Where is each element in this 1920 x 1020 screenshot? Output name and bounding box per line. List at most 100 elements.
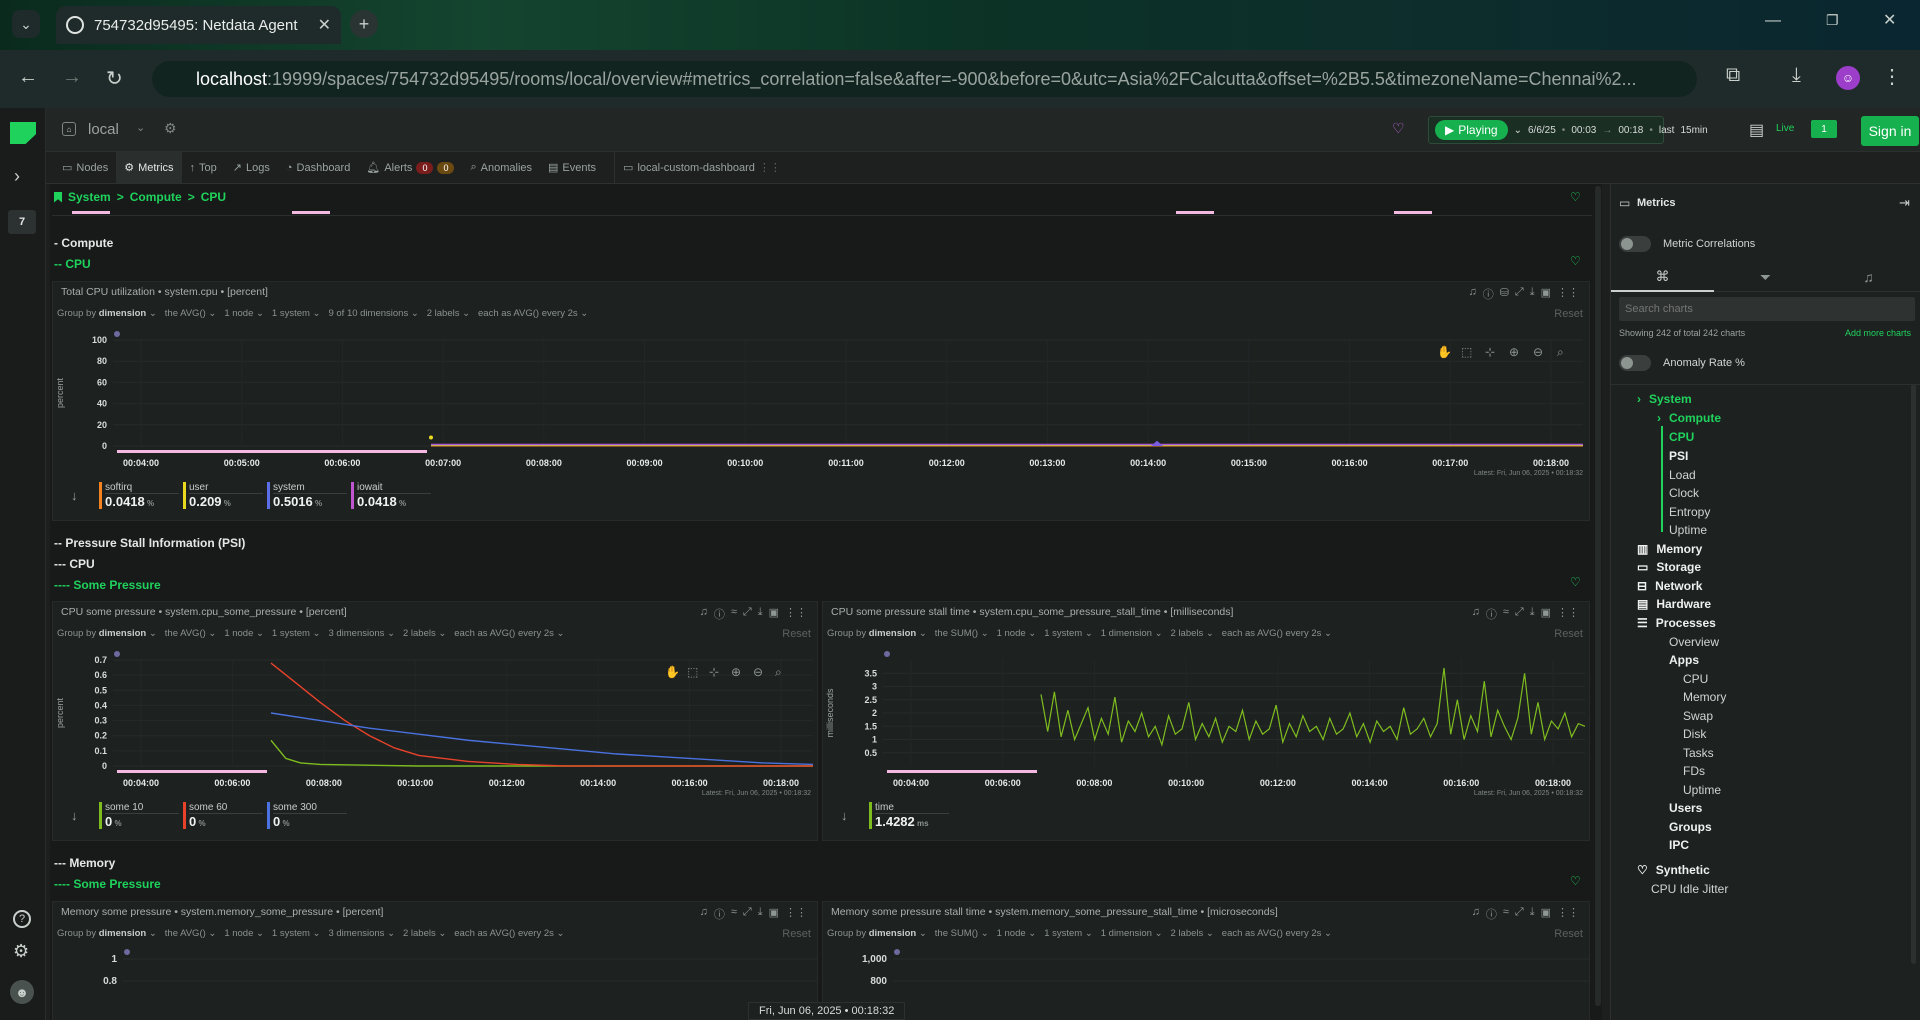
sidebar-item-system[interactable]: › System: [1637, 392, 1692, 406]
info-icon[interactable]: ⓘ: [1486, 906, 1497, 922]
group-by-bar[interactable]: Group by dimension ⌄ the SUM() ⌄ 1 node …: [827, 628, 1332, 639]
reset-button[interactable]: Reset: [1554, 928, 1583, 940]
alert-bell-icon[interactable]: ♫: [1472, 906, 1480, 922]
dimensions-filter[interactable]: 3 dimensions: [328, 928, 384, 939]
time-aggregation[interactable]: each as AVG() every 2s: [1222, 628, 1322, 639]
sidebar-item-entropy[interactable]: Entropy: [1669, 505, 1710, 519]
download-icon[interactable]: ⤓: [758, 906, 763, 922]
legend-item[interactable]: iowait 0.0418 %: [351, 482, 431, 509]
sidebar-item-ipc[interactable]: IPC: [1669, 838, 1689, 852]
sidebar-item-groups[interactable]: Groups: [1669, 820, 1712, 834]
settings-gear-icon[interactable]: ⚙: [13, 941, 29, 962]
group-by-bar[interactable]: Group by dimension ⌄ the AVG() ⌄ 1 node …: [57, 928, 564, 939]
instances-filter[interactable]: 1 system: [1044, 628, 1082, 639]
alert-bell-icon[interactable]: ♫: [1468, 286, 1476, 302]
group-by-bar[interactable]: Group by dimension ⌄ the AVG() ⌄ 1 node …: [57, 628, 564, 639]
info-icon[interactable]: ⓘ: [1483, 286, 1494, 302]
aggregation[interactable]: the SUM(): [935, 928, 978, 939]
sidebar-item-cpu[interactable]: CPU: [1683, 672, 1708, 686]
new-tab-icon[interactable]: +: [350, 10, 378, 38]
cpu-utilization-chart[interactable]: 0 20 40 60 80 100 00:04:00 00:05:00 00:06:00 00:0…: [53, 326, 1589, 466]
expand-icon[interactable]: ⤢: [1515, 906, 1524, 922]
nodes-filter[interactable]: 1 node: [997, 628, 1026, 639]
alert-bell-icon[interactable]: ♫: [1472, 606, 1480, 622]
room-dropdown-icon[interactable]: ⌄: [136, 121, 145, 134]
dimensions-filter[interactable]: 9 of 10 dimensions: [328, 308, 408, 319]
tab-nodes[interactable]: ▭ Nodes: [54, 152, 116, 183]
sidebar-item-users[interactable]: Users: [1669, 801, 1702, 815]
drag-handle-icon[interactable]: ⋮⋮: [1557, 906, 1579, 922]
download-icon[interactable]: ⤓: [1530, 286, 1535, 302]
nodes-icon[interactable]: ▤: [1749, 120, 1764, 140]
heart-icon[interactable]: ♡: [1570, 575, 1581, 589]
nodes-filter[interactable]: 1 node: [224, 308, 253, 319]
storage-icon[interactable]: ⛁: [1500, 286, 1509, 302]
labels-filter[interactable]: 2 labels: [403, 628, 436, 639]
collapse-arrow-icon[interactable]: ↓: [71, 808, 78, 823]
collapse-arrow-icon[interactable]: ↓: [841, 808, 848, 823]
sidebar-item-apps[interactable]: Apps: [1669, 653, 1699, 667]
collapse-sidebar-icon[interactable]: ⇥: [1899, 195, 1910, 211]
search-charts-input[interactable]: [1619, 297, 1915, 321]
close-tab-icon[interactable]: ✕: [318, 15, 331, 35]
aggregation[interactable]: the AVG(): [165, 308, 206, 319]
reset-button[interactable]: Reset: [1554, 308, 1583, 320]
save-icon[interactable]: ▣: [1541, 906, 1551, 922]
address-bar[interactable]: localhost:19999/spaces/754732d95495/room…: [152, 61, 1697, 97]
sidebar-item-uptime[interactable]: Uptime: [1669, 523, 1707, 537]
sidebar-item-psi[interactable]: PSI: [1669, 449, 1688, 463]
time-aggregation[interactable]: each as AVG() every 2s: [454, 928, 554, 939]
correlate-icon[interactable]: ≈: [1503, 906, 1509, 922]
sidebar-item-synthetic[interactable]: ♡ Synthetic: [1637, 863, 1710, 877]
expand-icon[interactable]: ⤢: [743, 906, 752, 922]
room-settings-icon[interactable]: ⚙: [164, 120, 177, 137]
sidebar-item-uptime[interactable]: Uptime: [1683, 783, 1721, 797]
instances-filter[interactable]: 1 system: [272, 308, 310, 319]
instances-filter[interactable]: 1 system: [272, 928, 310, 939]
expand-icon[interactable]: ⤢: [1515, 606, 1524, 622]
info-icon[interactable]: ⓘ: [714, 906, 725, 922]
correlate-icon[interactable]: ≈: [731, 606, 737, 622]
breadcrumb-cpu[interactable]: CPU: [201, 190, 226, 204]
heart-icon[interactable]: ♡: [1570, 190, 1581, 204]
group-by-value[interactable]: dimension: [869, 628, 917, 639]
sidebar-item-load[interactable]: Load: [1669, 468, 1696, 482]
group-by-value[interactable]: dimension: [99, 628, 147, 639]
legend-item[interactable]: system 0.5016 %: [267, 482, 347, 509]
legend-item[interactable]: time 1.4282 ms: [869, 802, 949, 829]
heart-icon[interactable]: ♡: [1570, 874, 1581, 888]
nodes-filter[interactable]: 1 node: [224, 928, 253, 939]
breadcrumb-compute[interactable]: Compute: [130, 190, 182, 204]
tab-custom-dashboard[interactable]: ▭ local-custom-dashboard ⋮⋮: [614, 152, 789, 183]
sidebar-item-clock[interactable]: Clock: [1669, 486, 1699, 500]
playing-button[interactable]: ▶ Playing: [1435, 120, 1508, 140]
lightbulb-icon[interactable]: ♡: [1392, 120, 1405, 137]
aggregation[interactable]: the AVG(): [165, 928, 206, 939]
alert-bell-icon[interactable]: ♫: [700, 606, 708, 622]
sidebar-item-tasks[interactable]: Tasks: [1683, 746, 1714, 760]
dimensions-filter[interactable]: 1 dimension: [1101, 928, 1152, 939]
aggregation[interactable]: the SUM(): [935, 628, 978, 639]
tab-search-icon[interactable]: ⌄: [12, 10, 40, 38]
cpu-some-pressure-chart[interactable]: 0 0.1 0.2 0.3 0.4 0.5 0.6 0.7 00:04:00 00:06:00 00…: [53, 646, 817, 786]
drag-handle-icon[interactable]: ⋮⋮: [785, 606, 807, 622]
download-icon[interactable]: ⤓: [1792, 64, 1801, 87]
anomaly-rate-toggle[interactable]: Anomaly Rate %: [1619, 355, 1745, 371]
back-icon[interactable]: ←: [18, 66, 38, 89]
save-icon[interactable]: ▣: [769, 606, 779, 622]
sidebar-item-overview[interactable]: Overview: [1669, 635, 1719, 649]
labels-filter[interactable]: 2 labels: [1171, 928, 1204, 939]
reset-button[interactable]: Reset: [782, 628, 811, 640]
breadcrumb-system[interactable]: System: [68, 190, 111, 204]
group-by-bar[interactable]: Group by dimension ⌄ the SUM() ⌄ 1 node …: [827, 928, 1332, 939]
reset-button[interactable]: Reset: [1554, 628, 1583, 640]
nodes-filter[interactable]: 1 node: [224, 628, 253, 639]
profile-avatar[interactable]: ☺: [1836, 66, 1860, 90]
memory-some-pressure-chart[interactable]: 1 0.8: [53, 946, 817, 1020]
alerts-tab-icon[interactable]: ♫: [1817, 262, 1920, 292]
legend-item[interactable]: user 0.209 %: [183, 482, 263, 509]
legend-item[interactable]: some 300 0 %: [267, 802, 347, 829]
download-icon[interactable]: ⤓: [758, 606, 763, 622]
save-icon[interactable]: ▣: [1541, 286, 1551, 302]
aggregation[interactable]: the AVG(): [165, 628, 206, 639]
